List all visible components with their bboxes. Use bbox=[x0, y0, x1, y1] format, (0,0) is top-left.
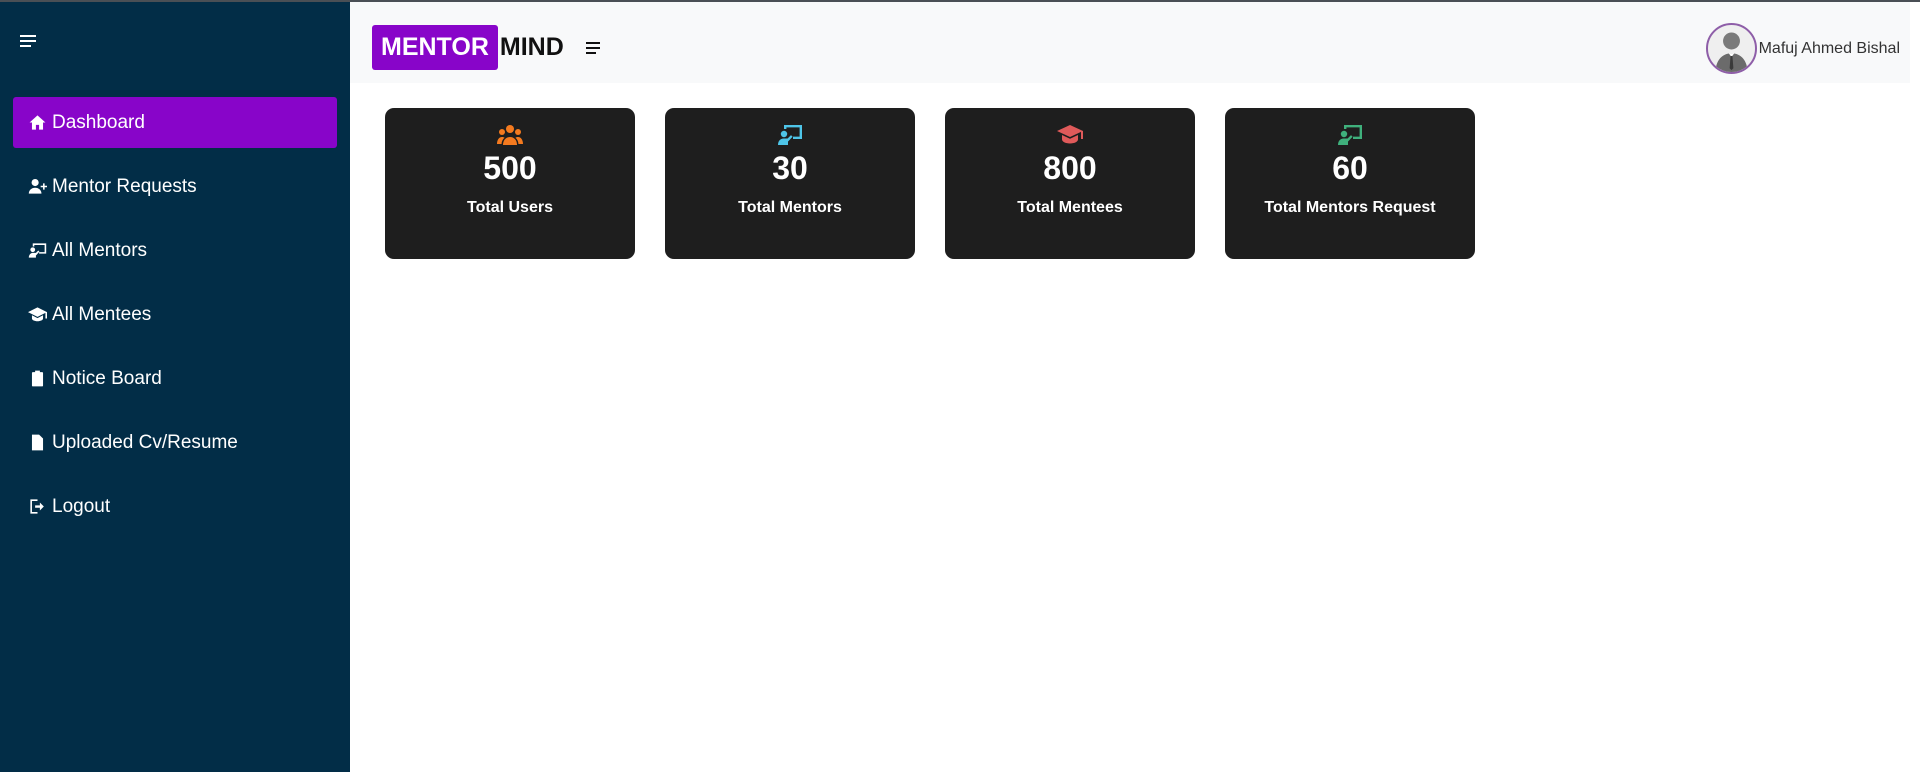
home-icon bbox=[27, 113, 47, 133]
sidebar: Dashboard Mentor Requests All Mentors Al… bbox=[0, 2, 350, 772]
sidebar-item-all-mentors[interactable]: All Mentors bbox=[13, 225, 337, 276]
sidebar-item-label: All Mentees bbox=[52, 303, 152, 325]
stat-label: Total Mentors Request bbox=[1264, 199, 1436, 216]
avatar[interactable] bbox=[1705, 23, 1757, 74]
logout-icon bbox=[27, 497, 47, 517]
graduation-cap-icon bbox=[1057, 124, 1083, 146]
stat-card-total-mentors-request: 60 Total Mentors Request bbox=[1225, 108, 1475, 259]
stat-value: 30 bbox=[772, 150, 808, 186]
sidebar-menu-toggle[interactable] bbox=[20, 35, 36, 49]
sidebar-item-dashboard[interactable]: Dashboard bbox=[13, 97, 337, 148]
sidebar-item-mentor-requests[interactable]: Mentor Requests bbox=[13, 161, 337, 212]
stats-cards: 500 Total Users 30 Total Mentors 800 Tot… bbox=[385, 108, 1505, 259]
stat-card-total-mentors: 30 Total Mentors bbox=[665, 108, 915, 259]
logo-secondary-text: MIND bbox=[499, 33, 564, 61]
sidebar-item-label: Mentor Requests bbox=[52, 175, 197, 197]
sidebar-item-all-mentees[interactable]: All Mentees bbox=[13, 289, 337, 340]
stat-value: 800 bbox=[1043, 150, 1097, 186]
stat-value: 60 bbox=[1332, 150, 1368, 186]
stat-card-total-users: 500 Total Users bbox=[385, 108, 635, 259]
chalkboard-teacher-icon bbox=[777, 124, 803, 146]
stat-label: Total Mentees bbox=[1017, 199, 1123, 216]
sidebar-item-logout[interactable]: Logout bbox=[13, 481, 337, 532]
hamburger-icon bbox=[20, 35, 36, 37]
logo-primary-text: MENTOR bbox=[372, 25, 498, 70]
sidebar-item-notice-board[interactable]: Notice Board bbox=[13, 353, 337, 404]
user-profile[interactable]: Mafuj Ahmed Bishal bbox=[1705, 23, 1900, 74]
sidebar-item-label: Dashboard bbox=[52, 111, 145, 133]
clipboard-icon bbox=[27, 369, 47, 389]
user-plus-icon bbox=[27, 177, 47, 197]
user-silhouette-icon bbox=[1715, 32, 1748, 72]
top-header: MENTOR MIND Mafuj Ahmed Bishal bbox=[350, 2, 1910, 83]
brand-logo[interactable]: MENTOR MIND bbox=[372, 25, 564, 70]
stat-value: 500 bbox=[483, 150, 537, 186]
sidebar-item-label: Logout bbox=[52, 495, 111, 517]
users-icon bbox=[497, 124, 523, 146]
sidebar-item-label: Notice Board bbox=[52, 367, 162, 389]
sidebar-item-uploaded-cv[interactable]: Uploaded Cv/Resume bbox=[13, 417, 337, 468]
chalkboard-teacher-icon bbox=[1337, 124, 1363, 146]
sidebar-item-label: Uploaded Cv/Resume bbox=[52, 431, 238, 453]
file-icon bbox=[27, 433, 47, 453]
stat-card-total-mentees: 800 Total Mentees bbox=[945, 108, 1195, 259]
sidebar-item-label: All Mentors bbox=[52, 239, 148, 261]
header-menu-toggle[interactable] bbox=[586, 42, 600, 57]
user-name: Mafuj Ahmed Bishal bbox=[1758, 39, 1900, 57]
main-content: MENTOR MIND Mafuj Ahmed Bishal 500 Total… bbox=[350, 2, 1920, 772]
stat-label: Total Users bbox=[467, 199, 553, 216]
hamburger-icon bbox=[586, 42, 600, 44]
sidebar-nav: Dashboard Mentor Requests All Mentors Al… bbox=[13, 97, 337, 545]
stat-label: Total Mentors bbox=[738, 199, 842, 216]
chalkboard-teacher-icon bbox=[27, 241, 47, 261]
graduation-cap-icon bbox=[27, 305, 47, 325]
